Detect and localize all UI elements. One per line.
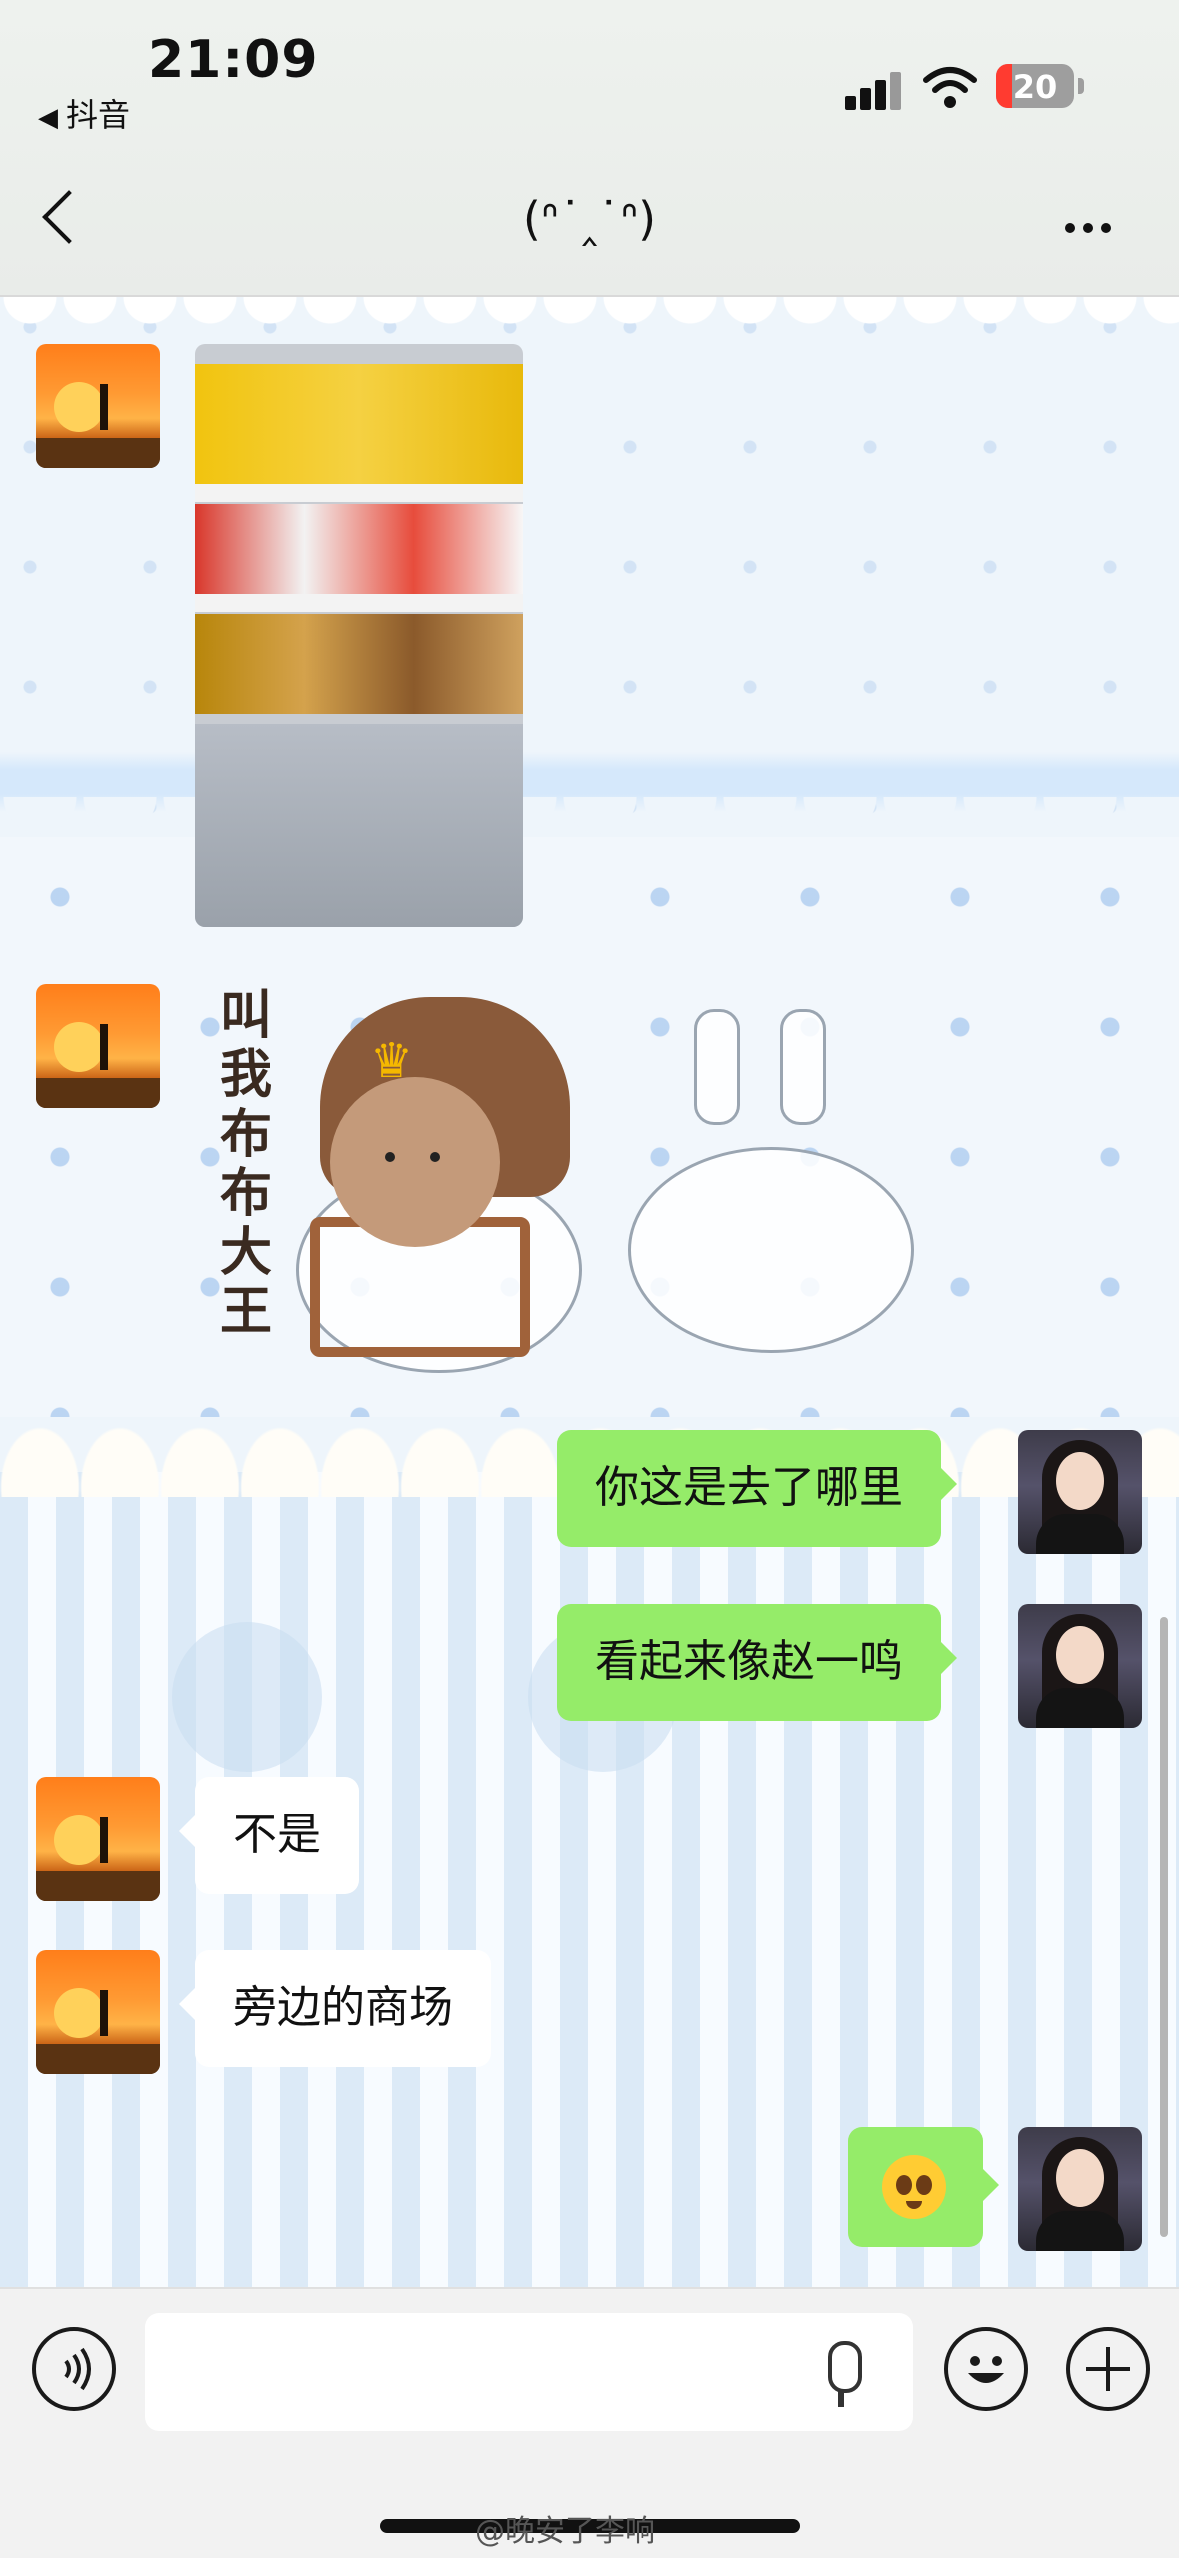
sticker-message[interactable]: 叫我布布大王 ♛ xyxy=(200,977,600,1657)
back-triangle-icon: ◀ xyxy=(38,103,58,133)
status-time: 21:09 xyxy=(148,30,319,90)
contact-avatar[interactable] xyxy=(36,1777,160,1901)
chat-scrollbar[interactable] xyxy=(1160,1617,1168,2237)
background-scallop xyxy=(0,797,1179,857)
bunny-ear xyxy=(694,1009,740,1125)
message-bubble-contact[interactable]: 不是 xyxy=(179,1777,359,1894)
crown-icon: ♛ xyxy=(370,1033,414,1089)
voice-mode-button[interactable] xyxy=(32,2327,116,2411)
cellular-signal-icon xyxy=(845,70,905,110)
more-functions-button[interactable] xyxy=(1066,2327,1150,2411)
watermark: @晚安了李响 xyxy=(475,2514,655,2549)
contact-avatar[interactable] xyxy=(36,984,160,1108)
message-bubble-self[interactable]: 你这是去了哪里 xyxy=(557,1430,957,1547)
sticker-text: 叫我布布大王 xyxy=(220,986,273,1343)
self-avatar[interactable] xyxy=(1018,1430,1142,1554)
emoji-button[interactable] xyxy=(944,2327,1028,2411)
chat-title: (ᐢ˙‸˙ᐢ) xyxy=(522,192,657,246)
bunny-outline xyxy=(628,1147,914,1353)
sticker-bear xyxy=(330,1077,500,1247)
smiley-icon xyxy=(968,2356,1004,2383)
pleading-face-icon xyxy=(882,2155,946,2219)
battery-icon: 20 xyxy=(996,64,1074,108)
battery-level: 20 xyxy=(1012,68,1058,106)
message-bubble-self[interactable]: 看起来像赵一鸣 xyxy=(557,1604,957,1721)
voice-wave-icon xyxy=(64,2347,91,2391)
self-avatar[interactable] xyxy=(1018,1604,1142,1728)
chat-area[interactable]: 叫我布布大王 ♛ 你这是去了哪里 看起来像赵一鸣 不是 旁边的商场 xyxy=(0,297,1179,2287)
self-avatar[interactable] xyxy=(1018,2127,1142,2251)
message-input[interactable] xyxy=(145,2313,913,2431)
back-app-label: 抖音 xyxy=(66,96,131,134)
contact-avatar[interactable] xyxy=(36,344,160,468)
battery-tip xyxy=(1078,78,1084,94)
background-lace xyxy=(0,297,1179,337)
plus-icon xyxy=(1086,2347,1130,2391)
wifi-icon xyxy=(923,67,977,108)
top-bar: 21:09 ◀ 抖音 20 (ᐢ˙‸˙ᐢ) xyxy=(0,0,1179,297)
message-bubble-contact[interactable]: 旁边的商场 xyxy=(179,1950,491,2067)
message-photo[interactable] xyxy=(195,344,523,927)
bunny-ear xyxy=(780,1009,826,1125)
message-bubble-emoji[interactable] xyxy=(848,2127,999,2247)
back-to-app-link[interactable]: ◀ 抖音 xyxy=(38,90,130,136)
more-options-icon[interactable] xyxy=(1065,218,1119,237)
microphone-stand xyxy=(838,2389,844,2407)
microphone-icon[interactable] xyxy=(828,2341,862,2393)
contact-avatar[interactable] xyxy=(36,1950,160,2074)
